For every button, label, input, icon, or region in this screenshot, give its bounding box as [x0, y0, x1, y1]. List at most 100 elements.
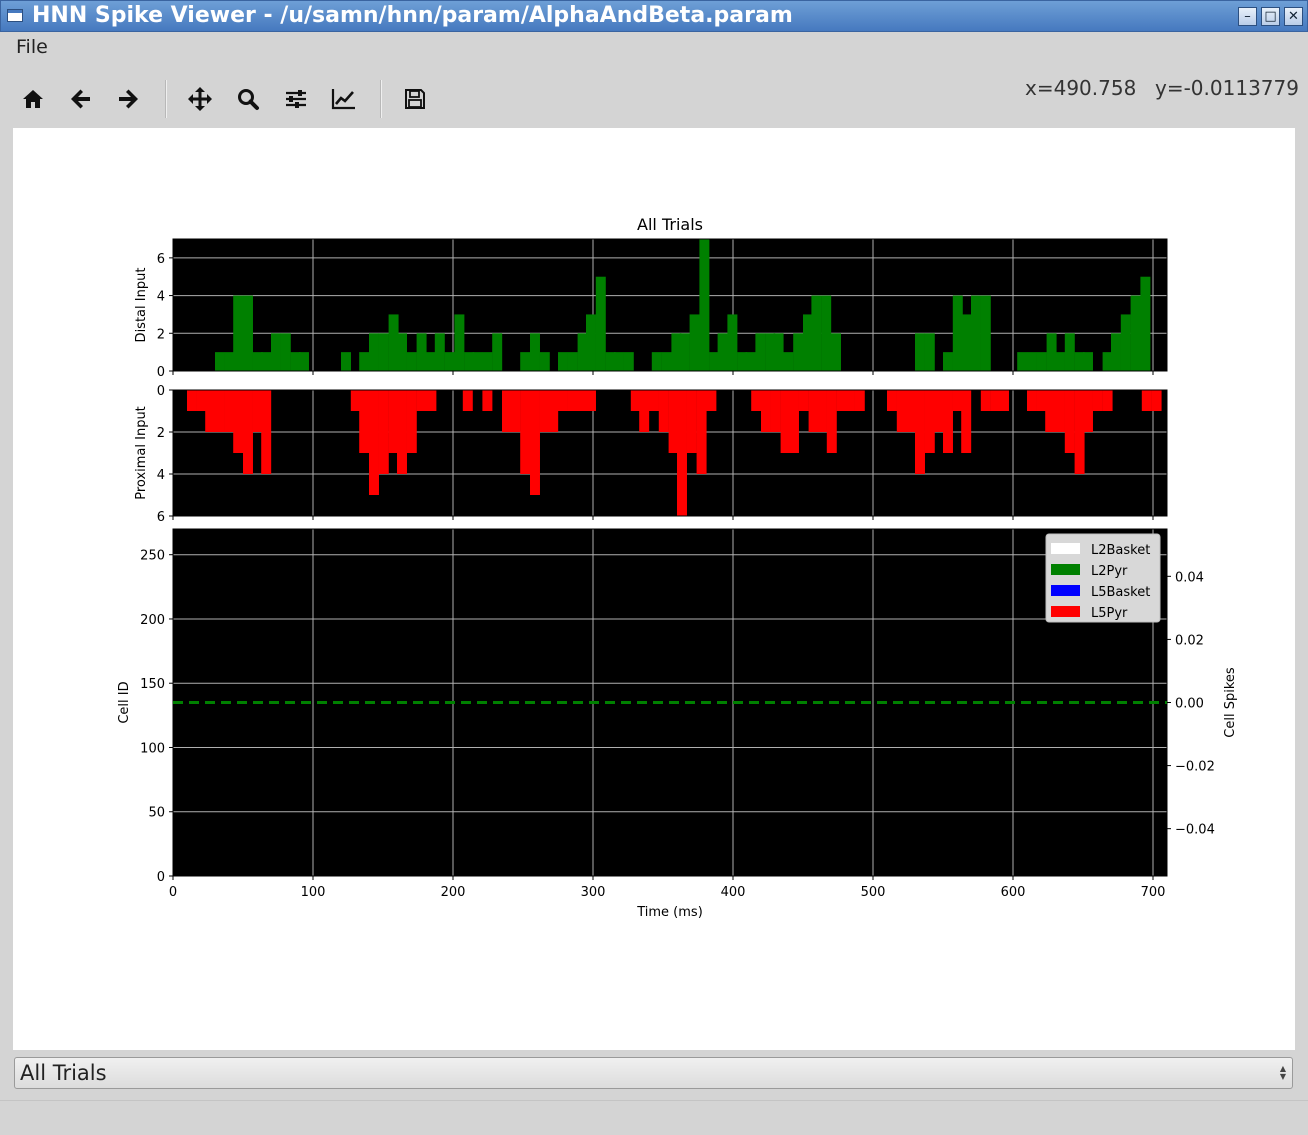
histogram-bar	[783, 352, 794, 371]
histogram-bar	[462, 390, 473, 411]
histogram-bar	[1083, 390, 1093, 432]
histogram-bar	[510, 390, 521, 432]
subplots-icon[interactable]	[279, 82, 313, 116]
histogram-bar	[187, 390, 197, 411]
histogram-bar	[1141, 390, 1152, 411]
histogram-bar	[434, 333, 445, 371]
histogram-bar	[1055, 390, 1065, 432]
histogram-bar	[530, 390, 540, 495]
histogram-bar	[576, 390, 587, 411]
forward-arrow-icon[interactable]	[111, 82, 145, 116]
x-axis-label: Time (ms)	[636, 905, 703, 920]
histogram-bar	[369, 333, 379, 371]
back-arrow-icon[interactable]	[64, 82, 98, 116]
histogram-bar	[789, 390, 799, 453]
home-icon[interactable]	[16, 82, 50, 116]
x-tick-label: 700	[1141, 885, 1166, 900]
axes-edit-icon[interactable]	[327, 82, 361, 116]
histogram-bar	[770, 390, 781, 432]
x-tick-label: 600	[1001, 885, 1026, 900]
histogram-bar	[727, 314, 738, 371]
histogram-bar	[1120, 314, 1131, 371]
y2-tick-label: 0.04	[1175, 570, 1204, 585]
histogram-bar	[454, 314, 465, 371]
histogram-bar	[558, 352, 568, 371]
x-tick-label: 200	[441, 885, 466, 900]
histogram-bar	[215, 352, 225, 371]
app-window-icon	[7, 9, 23, 22]
histogram-bar	[649, 390, 659, 411]
histogram-bar	[1027, 352, 1037, 371]
histogram-bar	[1064, 333, 1075, 371]
histogram-bar	[233, 295, 244, 371]
histogram-bar	[943, 352, 953, 371]
histogram-bar	[1130, 295, 1141, 371]
toolbar-separator	[165, 80, 167, 118]
histogram-bar	[689, 314, 700, 371]
y-tick-label: 150	[140, 677, 165, 692]
y-tick-label: 200	[140, 613, 165, 628]
pan-icon[interactable]	[183, 82, 217, 116]
histogram-bar	[661, 352, 672, 371]
histogram-bar	[261, 352, 272, 371]
save-icon[interactable]	[398, 82, 432, 116]
figure-canvas[interactable]: 0 2 4 6 All Trials Distal Input 0 2 4 6 Proximal I…	[13, 128, 1295, 1050]
x-tick-label: 0	[169, 885, 177, 900]
y-tick-label: 6	[157, 252, 165, 267]
y-axis-label: Cell ID	[117, 681, 132, 723]
histogram-bar	[261, 390, 272, 474]
histogram-bar	[706, 390, 717, 411]
histogram-bar	[614, 352, 624, 371]
y-tick-label: 2	[157, 426, 165, 441]
histogram-bar	[686, 390, 697, 453]
y-tick-label: 4	[157, 468, 165, 483]
menu-file-label: File	[16, 36, 48, 58]
y-tick-label: 100	[140, 741, 165, 756]
minimize-icon[interactable]: –	[1238, 7, 1257, 26]
histogram-bar	[369, 390, 379, 495]
status-bar	[0, 1100, 1308, 1135]
histogram-bar	[1083, 352, 1093, 371]
y-tick-label: 250	[140, 549, 165, 564]
histogram-bar	[999, 390, 1009, 411]
histogram-bar	[243, 390, 253, 474]
histogram-bar	[1064, 390, 1075, 453]
histogram-bar	[558, 390, 568, 411]
histogram-bar	[595, 276, 606, 371]
histogram-bar	[416, 333, 427, 371]
histogram-bar	[482, 390, 493, 411]
histogram-bar	[444, 352, 455, 371]
histogram-bar	[1017, 352, 1028, 371]
histogram-bar	[915, 390, 925, 474]
histogram-bar	[271, 333, 281, 371]
histogram-bar	[1036, 352, 1047, 371]
y2-tick-label: 0.00	[1175, 697, 1204, 712]
legend-label: L2Pyr	[1091, 564, 1128, 579]
histogram-bar	[378, 390, 389, 474]
subplot-1: 0 2 4 6 All Trials Distal Input	[134, 215, 1168, 380]
histogram-bar	[233, 390, 244, 453]
maximize-icon[interactable]: □	[1261, 7, 1280, 26]
zoom-icon[interactable]	[231, 82, 265, 116]
y2-axis-label: Cell Spikes	[1223, 667, 1238, 738]
histogram-bar	[811, 295, 822, 371]
window-titlebar[interactable]: HNN Spike Viewer - /u/samn/hnn/param/Alp…	[0, 0, 1308, 32]
spike-figure[interactable]: 0 2 4 6 All Trials Distal Input 0 2 4 6 Proximal I…	[13, 128, 1295, 1050]
histogram-bar	[406, 352, 417, 371]
trial-select[interactable]: All Trials ▲ ▼	[14, 1057, 1293, 1089]
histogram-bar	[821, 295, 832, 371]
chart-title: All Trials	[637, 215, 703, 234]
histogram-bar	[798, 390, 809, 411]
y2-tick-label: −0.04	[1175, 823, 1215, 838]
menu-file[interactable]: File	[16, 36, 48, 58]
legend-swatch	[1051, 564, 1080, 575]
histogram-bar	[1027, 390, 1037, 411]
close-icon[interactable]: ✕	[1284, 7, 1303, 26]
histogram-bar	[755, 333, 766, 371]
histogram-bar	[971, 295, 981, 371]
histogram-bar	[205, 390, 216, 432]
cursor-x-readout: x=490.758	[1025, 76, 1137, 100]
histogram-bar	[677, 390, 687, 516]
histogram-bar	[520, 390, 531, 474]
legend-label: L2Basket	[1091, 543, 1150, 558]
